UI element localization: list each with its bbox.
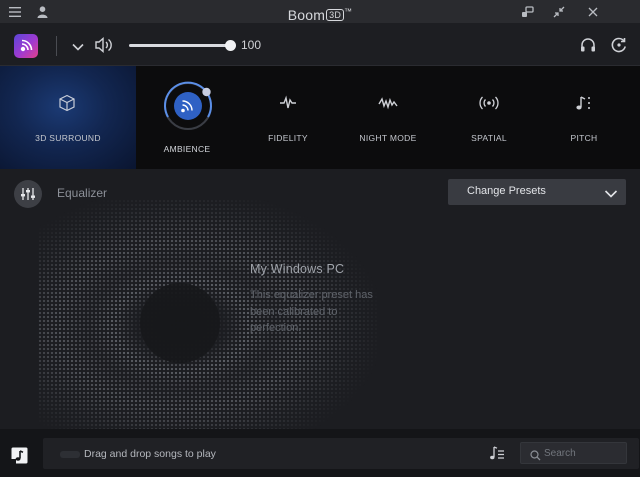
- effect-spatial[interactable]: SPATIAL: [451, 66, 527, 169]
- night-wave-icon: [378, 94, 398, 117]
- equalizer-toggle-button[interactable]: [14, 180, 42, 208]
- volume-slider-thumb[interactable]: [225, 40, 236, 51]
- ambience-knob-handle[interactable]: [202, 87, 211, 97]
- waveform-pulse-icon: [279, 94, 297, 117]
- effect-label: NIGHT MODE: [359, 133, 417, 143]
- volume-slider-track[interactable]: [129, 44, 229, 47]
- headphones-icon[interactable]: [580, 37, 596, 58]
- settings-refresh-icon[interactable]: [610, 36, 628, 59]
- drop-zone-placeholder-mark: [60, 451, 80, 458]
- toolbar: 100: [0, 23, 640, 66]
- spatial-broadcast-icon: [479, 94, 499, 117]
- effect-night-mode[interactable]: NIGHT MODE: [350, 66, 426, 169]
- cube-icon: [58, 94, 76, 117]
- preset-name: My Windows PC: [250, 262, 345, 276]
- effect-ambience[interactable]: [162, 80, 214, 132]
- effect-label: 3D SURROUND: [35, 133, 101, 143]
- effect-label: FIDELITY: [268, 133, 308, 143]
- search-icon: [530, 448, 541, 466]
- preset-description: This equalizer preset has been calibrate…: [250, 289, 373, 334]
- drop-zone-label: Drag and drop songs to play: [84, 448, 216, 460]
- effect-label: SPATIAL: [471, 133, 507, 143]
- boom-logo-icon[interactable]: [14, 34, 38, 58]
- app-title-trademark: ™: [344, 7, 353, 16]
- volume-value: 100: [241, 38, 262, 52]
- minimize-player-icon[interactable]: [550, 0, 568, 23]
- equalizer-panel: Equalizer Change Presets My Windows PC T…: [0, 169, 640, 429]
- title-bar: Boom 3D ™: [0, 0, 640, 23]
- change-presets-dropdown[interactable]: Change Presets: [448, 179, 626, 205]
- effects-strip: 3D SURROUND FIDELITY NIGHT MODE SPATIAL …: [0, 66, 640, 169]
- output-dropdown-chevron-icon[interactable]: [72, 39, 84, 57]
- toolbar-divider: [56, 36, 57, 56]
- search-box[interactable]: [520, 442, 627, 464]
- equalizer-title: Equalizer: [57, 186, 108, 200]
- close-icon[interactable]: [584, 0, 602, 23]
- effect-label: PITCH: [570, 133, 598, 143]
- ambience-knob: [164, 81, 212, 130]
- search-input[interactable]: [544, 446, 624, 461]
- playlist-queue-icon[interactable]: [489, 446, 505, 466]
- app-title: Boom 3D ™: [0, 0, 640, 23]
- chevron-down-icon: [604, 186, 618, 204]
- music-note-pitch-icon: [575, 94, 593, 117]
- device-switch-icon[interactable]: [518, 0, 536, 23]
- presets-label: Change Presets: [467, 185, 546, 197]
- equalizer-sliders-icon: [21, 188, 35, 200]
- app-title-3d-badge: 3D: [326, 9, 345, 21]
- music-library-icon[interactable]: [11, 447, 28, 469]
- effect-3d-surround[interactable]: 3D SURROUND: [0, 66, 136, 169]
- effect-pitch[interactable]: PITCH: [546, 66, 622, 169]
- effect-fidelity[interactable]: FIDELITY: [250, 66, 326, 169]
- volume-speaker-icon[interactable]: [94, 36, 114, 59]
- bottom-bar: Drag and drop songs to play: [0, 429, 640, 477]
- app-title-text: Boom: [287, 7, 326, 23]
- effect-label-ambience: AMBIENCE: [163, 144, 211, 154]
